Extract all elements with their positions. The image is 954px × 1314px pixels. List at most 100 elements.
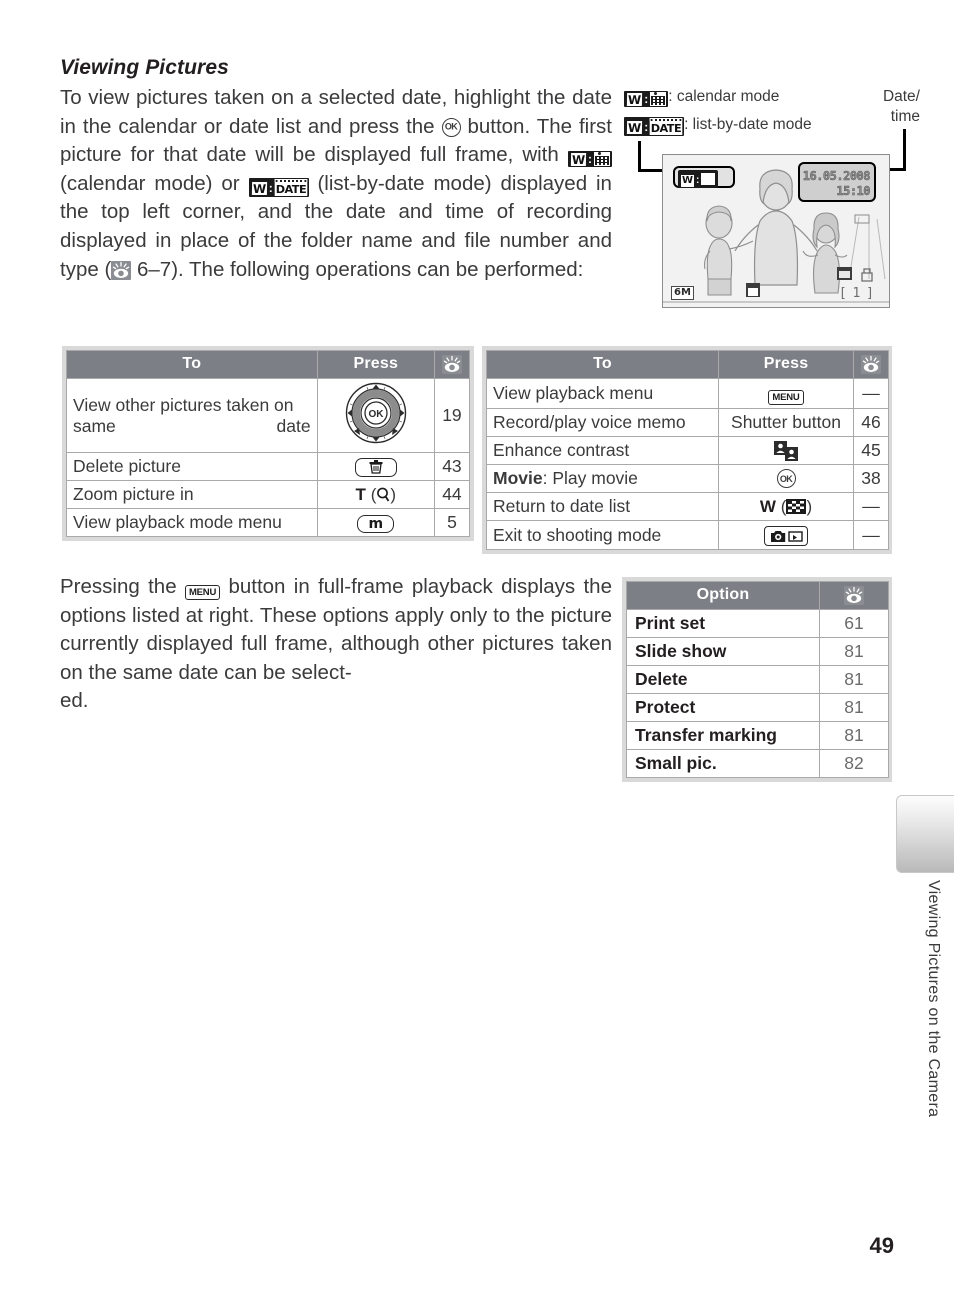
reference-dash: — [853, 378, 889, 409]
options-text-part1: Pressing the [60, 575, 177, 598]
row-label-return-to-date-list: Return to date list [486, 492, 719, 522]
intro-paragraph: To view pictures taken on a selected dat… [60, 84, 613, 284]
table-row: View playback menu MENU — [486, 378, 889, 409]
press-cell-shutter-button: Shutter button [718, 408, 854, 437]
leader-line-mode [638, 141, 641, 171]
reference-page-19: 19 [433, 378, 471, 453]
table-row: Exit to shooting mode — [486, 520, 889, 550]
lcd-datetime-callout: 16.05.2008 15:10 [798, 162, 876, 202]
options-text-part3: ed. [60, 689, 89, 713]
thumbnail-paren-close: ) [806, 497, 813, 517]
ok-button-icon [441, 117, 461, 137]
row-label-movie-rest: : Play movie [542, 468, 638, 489]
row-label-record-play-voice-memo: Record/play voice memo [486, 408, 719, 437]
page-title: Viewing Pictures [60, 56, 229, 79]
table-row: Zoom picture in T () 44 [66, 480, 471, 509]
option-print-set: Print set [626, 609, 820, 638]
table-header-row: Option [626, 581, 889, 610]
press-cell-menu-button: MENU [718, 378, 854, 409]
table-row: Delete 81 [626, 665, 889, 694]
press-cell-multi-selector: OK [316, 378, 435, 453]
calendar-mode-icon: W: [567, 151, 613, 168]
column-header-reference [433, 350, 471, 379]
tele-zoom-label: T [355, 485, 366, 504]
table-menu-options: Option Print set 61 Slide show 81 Delete [622, 577, 892, 782]
table-row: Transfer marking 81 [626, 721, 889, 750]
lcd-protect-icon [746, 283, 760, 297]
column-header-option: Option [626, 581, 820, 610]
table-row: Delete picture 43 [66, 452, 471, 481]
table-row: View other pictures taken on same date O… [66, 378, 471, 453]
menu-button-icon: MENU [184, 585, 221, 600]
intro-text-part3: (calendar mode) or [60, 171, 240, 195]
reference-page-46: 46 [853, 408, 889, 437]
table-row: View playback mode menu m 5 [66, 508, 471, 537]
row-label-delete-picture: Delete picture [66, 452, 318, 481]
option-transfer-marking: Transfer marking [626, 721, 820, 750]
press-cell-wide-thumbnail: W () [718, 492, 854, 522]
page-number: 49 [869, 1233, 894, 1258]
manual-page: Viewing Pictures To view pictures taken … [0, 0, 954, 1314]
row-label-enhance-contrast: Enhance contrast [486, 435, 719, 466]
press-cell-ok-button [718, 464, 854, 494]
legend-datetime-line2: time [890, 108, 920, 125]
lcd-date-value: 16.05.2008 [802, 169, 870, 184]
mode-button-icon: m [357, 515, 395, 533]
table-row: Slide show 81 [626, 637, 889, 666]
reference-page-45: 45 [853, 435, 889, 466]
list-by-date-mode-icon-legend: W: DATE [624, 117, 685, 136]
reference-page-81: 81 [819, 721, 889, 750]
column-header-reference [853, 350, 889, 379]
reference-page-44: 44 [433, 480, 471, 509]
option-slide-show: Slide show [626, 637, 820, 666]
lcd-image-size-indicator: 6M [671, 286, 694, 300]
row-label-movie-play: Movie: Play movie [486, 464, 719, 494]
calendar-mode-icon-legend: W: [624, 91, 669, 107]
reference-page-5: 5 [433, 508, 471, 537]
chapter-edge-tab-label: Viewing Pictures on the Camera [925, 880, 942, 1118]
camera-playback-toggle-icon [764, 525, 808, 546]
row-label-exit-to-shooting-mode: Exit to shooting mode [486, 520, 719, 550]
column-header-to: To [66, 350, 318, 379]
legend-calendar-label: : calendar mode [668, 88, 780, 105]
table-row: Small pic. 82 [626, 749, 889, 778]
options-paragraph: Pressing the MENU button in full-frame p… [60, 573, 612, 716]
list-by-date-mode-icon: W: DATE [248, 177, 309, 197]
intro-text-part5: 6–7). The following operations can be pe… [136, 257, 584, 281]
magnifier-paren-close: ) [390, 485, 397, 504]
table-playback-operations: To Press View other pictures taken on sa… [62, 346, 474, 541]
press-cell-delete-button [316, 452, 435, 481]
column-header-press: Press [316, 350, 435, 379]
row-label-view-playback-menu: View playback menu [486, 378, 719, 409]
option-delete: Delete [626, 665, 820, 694]
table-row: Protect 81 [626, 693, 889, 722]
reference-dash: — [853, 492, 889, 522]
option-small-pic: Small pic. [626, 749, 820, 778]
column-header-to: To [486, 350, 719, 379]
lcd-calendar-mode-badge: W: [678, 170, 719, 188]
reference-page-38: 38 [853, 464, 889, 494]
lcd-time-value: 15:10 [836, 184, 871, 199]
row-label-zoom-picture-in: Zoom picture in [66, 480, 318, 509]
svg-text:OK: OK [368, 409, 384, 420]
lcd-transfer-icon [837, 267, 852, 280]
chapter-edge-tab [896, 795, 954, 873]
reference-page-81: 81 [819, 637, 889, 666]
table-header-row: To Press [486, 350, 889, 379]
table-row: Movie: Play movie 38 [486, 464, 889, 494]
d-lighting-icon [773, 441, 799, 462]
legend-calendar-mode: W:: calendar mode [624, 89, 779, 107]
lcd-mode-callout: W: [673, 166, 735, 188]
row-label-movie-bold: Movie [493, 468, 543, 489]
reference-page-61: 61 [819, 609, 889, 638]
legend-date-time: Date/ time [854, 87, 920, 127]
table-row: Record/play voice memo Shutter button 46 [486, 408, 889, 437]
reference-page-81: 81 [819, 693, 889, 722]
press-cell-mode-button: m [316, 508, 435, 537]
press-cell-d-lighting [718, 435, 854, 466]
camera-display-illustration: W:: calendar mode W: DATE: list-by-date m… [622, 84, 922, 309]
table-row: Enhance contrast 45 [486, 435, 889, 466]
option-protect: Protect [626, 693, 820, 722]
multi-selector-dial-icon: OK [345, 382, 407, 444]
row-label-view-other-pictures: View other pictures taken on same date [66, 378, 318, 453]
